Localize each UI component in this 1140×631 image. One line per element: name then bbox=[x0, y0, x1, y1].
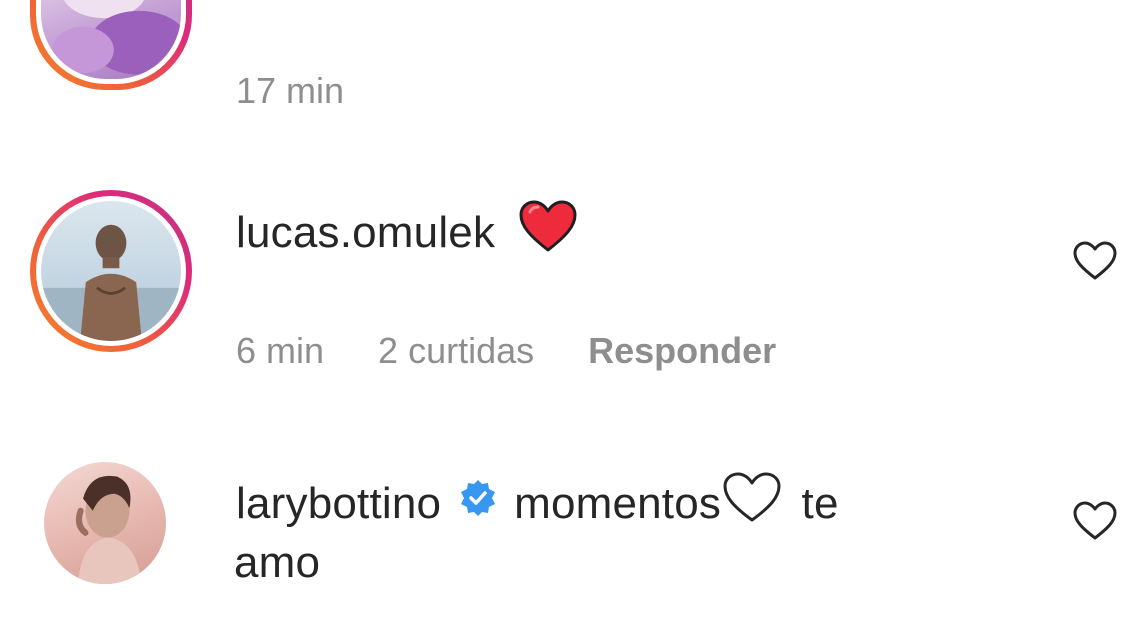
avatar-story-ring[interactable] bbox=[30, 190, 192, 352]
comment-line: lucas.omulek bbox=[236, 200, 578, 265]
reply-button[interactable]: Responder bbox=[588, 330, 776, 371]
comment-item: larybottino momentos te amo bbox=[0, 460, 1140, 631]
heart-outline-icon bbox=[1073, 501, 1117, 540]
comment-username[interactable]: larybottino bbox=[236, 479, 441, 528]
cropped-username-text bbox=[238, 0, 608, 6]
avatar[interactable] bbox=[44, 462, 166, 584]
comment-text: te bbox=[801, 479, 839, 529]
verified-badge-icon bbox=[458, 478, 498, 529]
comment-text-line2: amo bbox=[234, 538, 321, 587]
comment-item: lucas.omulek 6 min 2 curtidas Responder bbox=[0, 188, 1140, 388]
comment-item: 17 min bbox=[0, 0, 1140, 140]
comment-username[interactable]: lucas.omulek bbox=[236, 208, 495, 257]
comment-time: 17 min bbox=[236, 70, 345, 111]
avatar-story-ring[interactable] bbox=[30, 0, 192, 90]
heart-outline-icon bbox=[1073, 241, 1117, 280]
avatar bbox=[41, 0, 181, 79]
comment-meta: 6 min 2 curtidas Responder bbox=[236, 330, 820, 372]
white-heart-icon bbox=[721, 472, 783, 535]
red-heart-icon bbox=[518, 200, 578, 265]
avatar bbox=[41, 201, 181, 341]
comment-text: momentos bbox=[514, 479, 722, 529]
like-button[interactable] bbox=[1072, 500, 1118, 542]
like-button[interactable] bbox=[1072, 240, 1118, 282]
comment-meta: 17 min bbox=[236, 70, 388, 112]
comment-line: larybottino momentos te bbox=[236, 472, 839, 535]
comment-time: 6 min bbox=[236, 330, 325, 371]
likes-count-button[interactable]: 2 curtidas bbox=[378, 330, 534, 371]
